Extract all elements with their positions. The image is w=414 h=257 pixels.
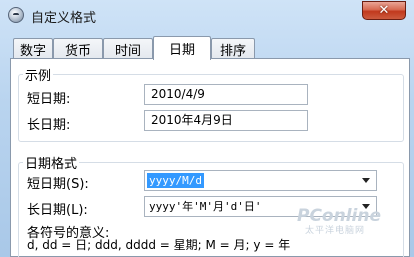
tab-sort[interactable]: 排序 bbox=[211, 38, 255, 59]
example-short-date-label: 短日期: bbox=[27, 92, 71, 107]
long-date-format-label: 长日期(L): bbox=[27, 203, 88, 218]
short-date-format-combo[interactable]: yyyy/M/d bbox=[144, 170, 377, 191]
example-short-date-value: 2010/4/9 bbox=[144, 84, 308, 105]
example-long-date-value: 2010年4月9日 bbox=[144, 110, 308, 131]
example-group-label: 示例 bbox=[23, 65, 54, 84]
close-icon: ✕ bbox=[378, 3, 390, 18]
tab-time[interactable]: 时间 bbox=[103, 38, 153, 59]
tab-number[interactable]: 数字 bbox=[13, 38, 53, 59]
pconline-watermark: PConline 太平洋电脑网 bbox=[297, 206, 381, 236]
example-long-date-label: 长日期: bbox=[27, 118, 71, 133]
date-formats-group-label: 日期格式 bbox=[23, 153, 80, 172]
long-date-format-value[interactable]: yyyy'年'M'月'd'日' bbox=[147, 199, 263, 214]
watermark-subtext: 太平洋电脑网 bbox=[305, 226, 366, 236]
tab-date[interactable]: 日期 bbox=[153, 36, 211, 60]
short-date-format-label: 短日期(S): bbox=[27, 177, 89, 192]
chevron-down-icon[interactable] bbox=[362, 178, 370, 183]
clock-globe-icon bbox=[8, 7, 24, 23]
symbol-meaning-text: d, dd = 日; ddd, dddd = 星期; M = 月; y = 年 bbox=[27, 238, 291, 252]
customize-format-dialog: 自定义格式 ✕ 数字 货币 时间 日期 排序 示例 短日期: 2010/4/9 … bbox=[0, 0, 414, 257]
close-button[interactable]: ✕ bbox=[362, 1, 406, 20]
short-date-format-value[interactable]: yyyy/M/d bbox=[147, 173, 204, 188]
tab-currency[interactable]: 货币 bbox=[53, 38, 103, 59]
window-title: 自定义格式 bbox=[31, 11, 97, 26]
titlebar: 自定义格式 ✕ bbox=[0, 0, 414, 30]
